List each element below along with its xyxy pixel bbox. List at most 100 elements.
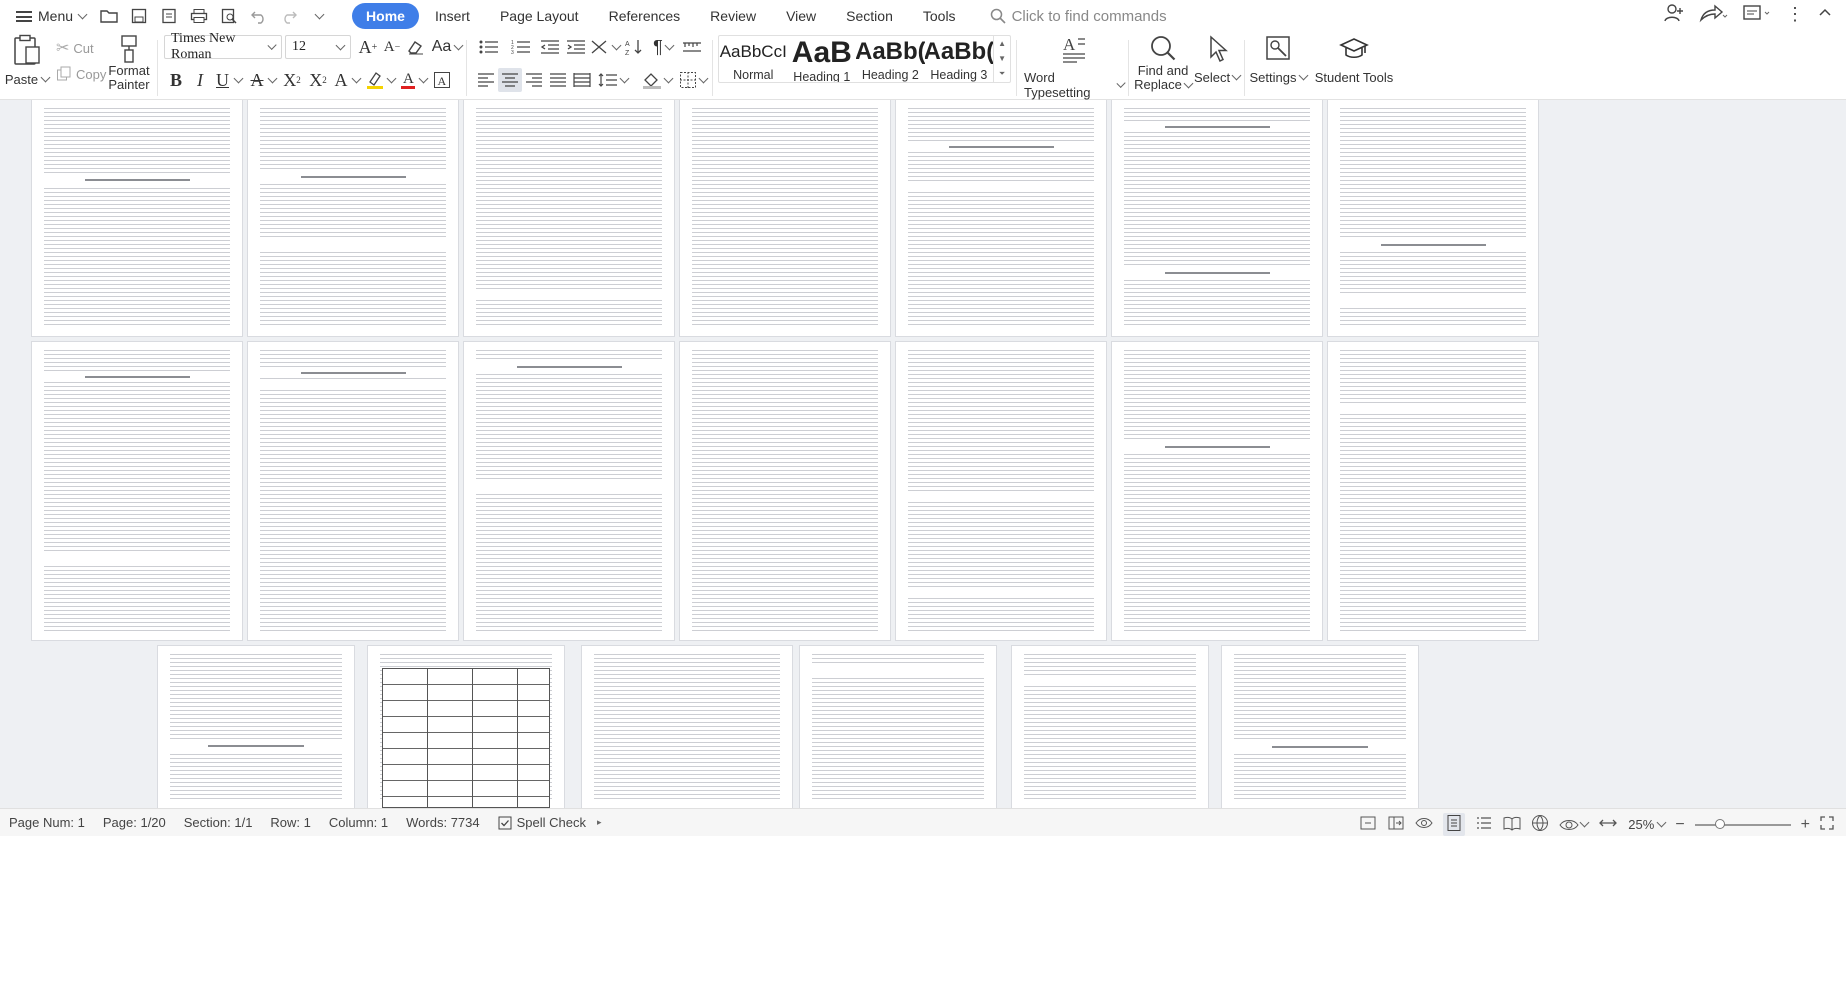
change-case-icon[interactable]: Aa xyxy=(430,35,464,59)
document-area[interactable] xyxy=(0,100,1846,808)
clear-format-icon[interactable] xyxy=(404,35,428,59)
line-spacing-icon[interactable] xyxy=(596,68,630,92)
document-page[interactable] xyxy=(248,100,458,336)
paste-button[interactable]: Paste xyxy=(5,34,51,87)
style-heading-1[interactable]: AaB Heading 1 xyxy=(788,36,857,82)
distributed-icon[interactable] xyxy=(570,68,594,92)
copy-button[interactable]: Copy xyxy=(56,66,106,82)
style-normal[interactable]: AaBbCcI Normal xyxy=(719,36,788,82)
font-color-icon[interactable]: A xyxy=(398,68,428,92)
justify-icon[interactable] xyxy=(546,68,570,92)
zoom-out-icon[interactable]: − xyxy=(1675,816,1684,834)
eye-mode-icon[interactable] xyxy=(1559,817,1590,833)
read-mode-icon[interactable] xyxy=(1503,815,1521,834)
document-page[interactable] xyxy=(896,342,1106,640)
save-icon[interactable] xyxy=(124,2,154,30)
sort-icon[interactable]: AZ xyxy=(622,35,646,59)
superscript-icon[interactable]: X2 xyxy=(280,68,304,92)
document-page[interactable] xyxy=(1012,646,1208,808)
underline-icon[interactable]: U xyxy=(212,68,246,92)
align-left-icon[interactable] xyxy=(474,68,498,92)
settings-button[interactable]: Settings xyxy=(1250,34,1308,85)
document-page[interactable] xyxy=(1328,100,1538,336)
select-button[interactable]: Select xyxy=(1194,34,1242,85)
export-pdf-icon[interactable] xyxy=(154,2,184,30)
fullscreen-icon[interactable] xyxy=(1820,816,1834,833)
menu-button[interactable]: Menu xyxy=(0,8,94,24)
character-border-icon[interactable]: A xyxy=(430,68,454,92)
align-right-icon[interactable] xyxy=(522,68,546,92)
tab-home[interactable]: Home xyxy=(352,3,419,29)
more-options-icon[interactable]: ⋮ xyxy=(1786,4,1804,25)
open-folder-icon[interactable] xyxy=(94,2,124,30)
tab-page-layout[interactable]: Page Layout xyxy=(486,3,593,29)
font-size-select[interactable]: 12 xyxy=(285,35,351,59)
document-page[interactable] xyxy=(368,646,564,808)
shading-icon[interactable] xyxy=(640,68,674,92)
strikethrough-icon[interactable]: A xyxy=(248,68,278,92)
zoom-slider[interactable] xyxy=(1694,818,1791,829)
tab-tools[interactable]: Tools xyxy=(909,3,970,29)
comment-icon[interactable] xyxy=(1742,3,1772,26)
increase-indent-icon[interactable] xyxy=(564,35,588,59)
section-indicator[interactable]: Section: 1/1 xyxy=(175,815,262,830)
show-marks-icon[interactable]: ¶ xyxy=(648,35,678,59)
tab-view[interactable]: View xyxy=(772,3,830,29)
protect-icon[interactable] xyxy=(1359,815,1377,834)
collapse-ribbon-icon[interactable] xyxy=(1818,6,1832,23)
document-page[interactable] xyxy=(158,646,354,808)
document-page[interactable] xyxy=(582,646,792,808)
tab-references[interactable]: References xyxy=(595,3,695,29)
document-page[interactable] xyxy=(1112,100,1322,336)
outline-view-icon[interactable] xyxy=(1475,815,1493,834)
highlight-icon[interactable] xyxy=(364,68,396,92)
numbering-icon[interactable]: 123 xyxy=(506,35,536,59)
increase-font-icon[interactable]: A + xyxy=(356,35,380,59)
tab-stops-icon[interactable] xyxy=(680,35,704,59)
share-icon[interactable] xyxy=(1698,3,1728,26)
tab-review[interactable]: Review xyxy=(696,3,770,29)
document-page[interactable] xyxy=(1328,342,1538,640)
zoom-slider-thumb[interactable] xyxy=(1714,818,1725,829)
document-page[interactable] xyxy=(248,342,458,640)
format-painter-button[interactable]: Format Painter xyxy=(106,34,152,92)
style-heading-3[interactable]: AaBb( Heading 3 xyxy=(925,36,994,82)
document-page[interactable] xyxy=(680,342,890,640)
chinese-layout-icon[interactable] xyxy=(590,35,622,59)
bullets-icon[interactable] xyxy=(474,35,504,59)
document-page[interactable] xyxy=(32,100,242,336)
italic-icon[interactable]: I xyxy=(188,68,212,92)
word-count[interactable]: Words: 7734 xyxy=(397,815,488,830)
document-page[interactable] xyxy=(800,646,996,808)
add-user-icon[interactable] xyxy=(1664,3,1684,26)
undo-icon[interactable] xyxy=(244,2,274,30)
zoom-in-icon[interactable]: + xyxy=(1801,816,1810,834)
styles-scroll[interactable]: ▲ ▼ ⏷ xyxy=(993,36,1010,82)
page-view-icon[interactable] xyxy=(1443,813,1466,836)
print-preview-icon[interactable] xyxy=(214,2,244,30)
tab-insert[interactable]: Insert xyxy=(421,3,484,29)
bold-icon[interactable]: B xyxy=(164,68,188,92)
document-page[interactable] xyxy=(464,100,674,336)
customize-toolbar-icon[interactable] xyxy=(304,2,334,30)
student-tools-button[interactable]: Student Tools xyxy=(1314,34,1394,85)
page-num-indicator[interactable]: Page Num: 1 xyxy=(0,815,94,830)
fit-page-icon[interactable] xyxy=(1598,815,1618,834)
page-indicator[interactable]: Page: 1/20 xyxy=(94,815,175,830)
print-icon[interactable] xyxy=(184,2,214,30)
decrease-font-icon[interactable]: A − xyxy=(380,35,404,59)
web-layout-icon[interactable] xyxy=(1531,814,1549,835)
document-page[interactable] xyxy=(1222,646,1418,808)
document-page[interactable] xyxy=(464,342,674,640)
word-typesetting-button[interactable]: A Word Typesetting xyxy=(1024,34,1126,100)
sidebar-icon[interactable] xyxy=(1387,815,1405,834)
command-search[interactable]: Click to find commands xyxy=(990,8,1167,25)
align-center-icon[interactable] xyxy=(498,68,522,92)
borders-icon[interactable] xyxy=(676,68,710,92)
find-replace-button[interactable]: Find and Replace xyxy=(1134,34,1194,92)
style-heading-2[interactable]: AaBb( Heading 2 xyxy=(856,36,925,82)
document-page[interactable] xyxy=(896,100,1106,336)
document-page[interactable] xyxy=(1112,342,1322,640)
eye-protection-icon[interactable] xyxy=(1415,815,1433,834)
document-page[interactable] xyxy=(680,100,890,336)
